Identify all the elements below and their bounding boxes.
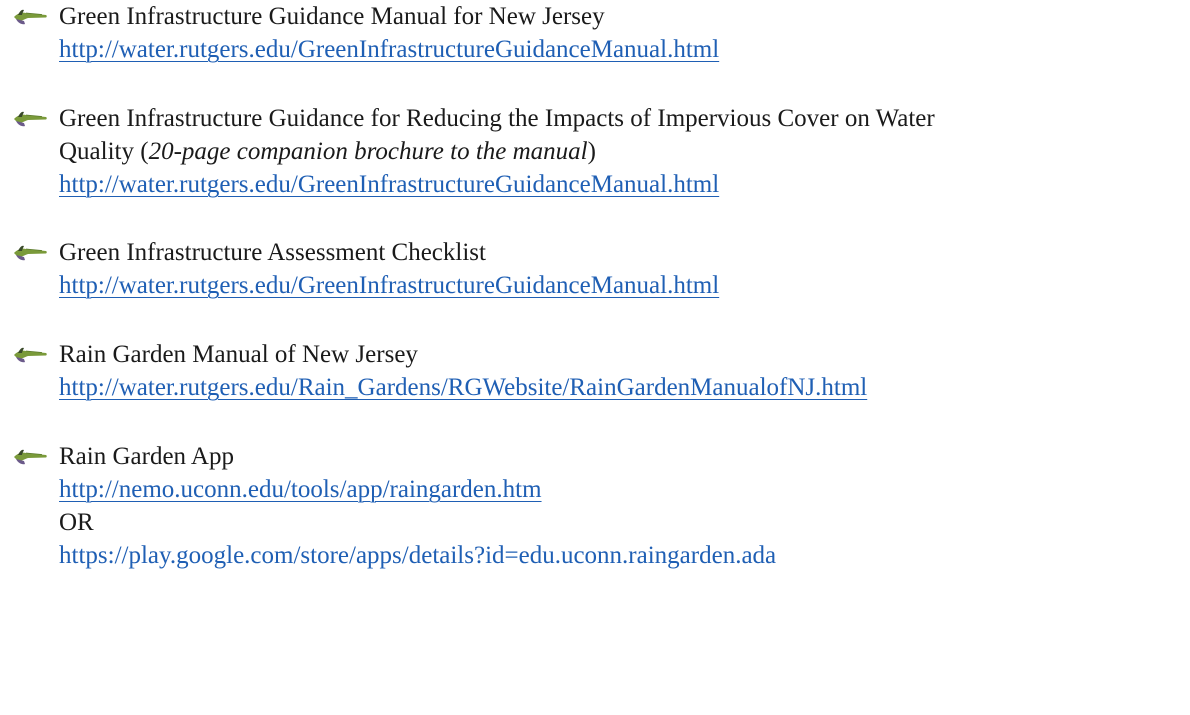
resource-list: Green Infrastructure Guidance Manual for… <box>0 0 1190 715</box>
list-item: Rain Garden App http://nemo.uconn.edu/to… <box>12 440 776 572</box>
list-item: Green Infrastructure Guidance Manual for… <box>12 0 719 66</box>
item-title: Rain Garden App <box>59 443 234 470</box>
hand-pointing-icon <box>14 245 47 261</box>
item-title: Green Infrastructure Guidance Manual for… <box>59 3 605 30</box>
list-item: Rain Garden Manual of New Jersey http://… <box>12 338 867 404</box>
resource-link-alternate[interactable]: https://play.google.com/store/apps/detai… <box>59 539 776 572</box>
title-prefix: Quality ( <box>59 138 149 165</box>
hand-pointing-icon <box>14 9 47 25</box>
resource-link[interactable]: http://water.rutgers.edu/GreenInfrastruc… <box>59 269 719 302</box>
item-title: Rain Garden Manual of New Jersey <box>59 341 418 368</box>
resource-link[interactable]: http://water.rutgers.edu/GreenInfrastruc… <box>59 33 719 66</box>
item-title: Green Infrastructure Assessment Checklis… <box>59 239 486 266</box>
resource-link[interactable]: http://water.rutgers.edu/GreenInfrastruc… <box>59 168 935 201</box>
title-italic-note: 20-page companion brochure to the manual <box>148 138 588 165</box>
list-item: Green Infrastructure Guidance for Reduci… <box>12 102 935 201</box>
hand-pointing-icon <box>14 347 47 363</box>
item-title-continued: Quality (20-page companion brochure to t… <box>59 135 935 168</box>
or-separator: OR <box>59 509 94 536</box>
list-item: Green Infrastructure Assessment Checklis… <box>12 236 719 302</box>
item-title: Green Infrastructure Guidance for Reduci… <box>59 105 935 132</box>
hand-pointing-icon <box>14 111 47 127</box>
hand-pointing-icon <box>14 449 47 465</box>
resource-link[interactable]: http://nemo.uconn.edu/tools/app/raingard… <box>59 473 776 506</box>
resource-link[interactable]: http://water.rutgers.edu/Rain_Gardens/RG… <box>59 371 867 404</box>
title-suffix: ) <box>587 138 596 165</box>
